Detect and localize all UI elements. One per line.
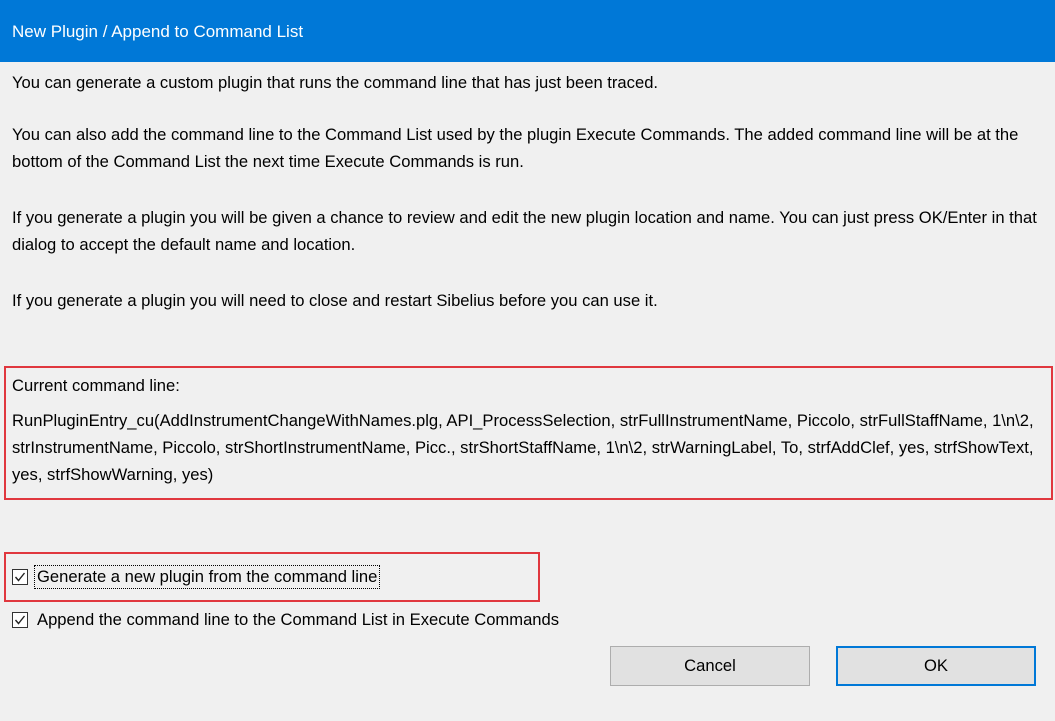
dialog-title: New Plugin / Append to Command List — [12, 22, 304, 41]
review-paragraph: If you generate a plugin you will be giv… — [12, 208, 1037, 254]
append-command-label[interactable]: Append the command line to the Command L… — [35, 609, 561, 631]
command-line-label: Current command line: — [12, 376, 180, 395]
dialog-body: You can generate a custom plugin that ru… — [0, 62, 1055, 721]
generate-plugin-checkbox[interactable] — [12, 569, 28, 585]
restart-paragraph: If you generate a plugin you will need t… — [12, 291, 658, 310]
command-line-box: Current command line: RunPluginEntry_cu(… — [4, 366, 1053, 500]
checkmark-icon — [14, 615, 26, 625]
dialog-title-bar[interactable]: New Plugin / Append to Command List — [0, 0, 1055, 62]
command-list-paragraph: You can also add the command line to the… — [12, 125, 1019, 171]
checkmark-icon — [14, 572, 26, 582]
cancel-button[interactable]: Cancel — [610, 646, 810, 686]
generate-plugin-label[interactable]: Generate a new plugin from the command l… — [33, 565, 381, 589]
generate-plugin-option[interactable]: Generate a new plugin from the command l… — [12, 565, 381, 589]
intro-paragraph: You can generate a custom plugin that ru… — [12, 73, 659, 92]
ok-button[interactable]: OK — [836, 646, 1036, 686]
append-command-checkbox[interactable] — [12, 612, 28, 628]
append-command-option[interactable]: Append the command line to the Command L… — [12, 608, 561, 632]
command-line-text: RunPluginEntry_cu(AddInstrumentChangeWit… — [12, 411, 1034, 484]
